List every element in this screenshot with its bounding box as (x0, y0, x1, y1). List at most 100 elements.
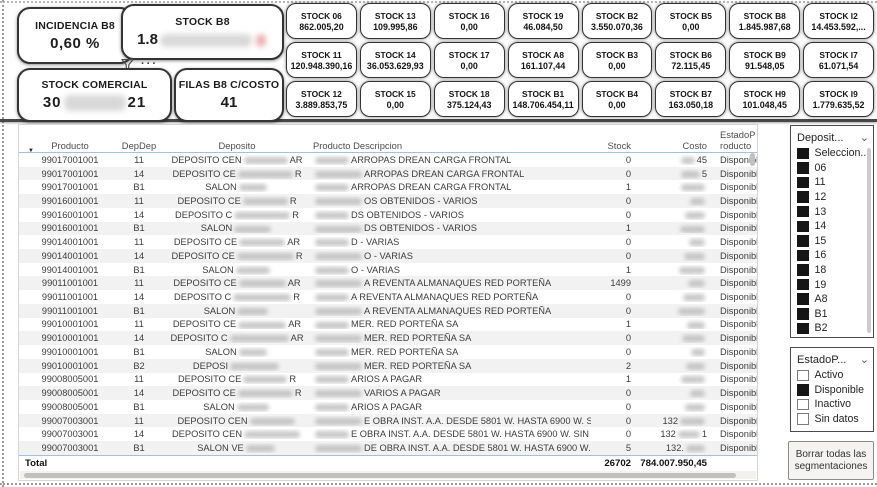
redacted-text (315, 211, 349, 219)
slicer-item-label: B1 (814, 307, 828, 320)
column-header-stock[interactable]: Stock (591, 140, 637, 152)
slicer-item[interactable]: Inactivo (797, 397, 869, 412)
slicer-item[interactable]: 06 (797, 161, 869, 176)
slicer-item[interactable]: 11 (797, 175, 869, 190)
slicer-item[interactable]: 14 (797, 219, 869, 234)
column-header-costo[interactable]: Costo (637, 140, 713, 152)
redacted-text (315, 198, 362, 206)
checkbox-checked[interactable] (797, 278, 809, 291)
slicer-item[interactable]: 13 (797, 204, 869, 219)
table-row[interactable]: 99007003001 11 DEPOSITO CEN E OBRA INST. A.… (19, 413, 757, 428)
cell-stock: 5 (625, 442, 631, 453)
slicer-deposito-scrollbar[interactable] (867, 148, 871, 333)
table-row[interactable]: 99016001001 B1 SALON DS OBTENIDOS - VARIOS 1… (19, 221, 757, 236)
table-row[interactable]: 99010001001 11 DEPOSITO CE AR MER. RED PORTE… (19, 318, 757, 332)
column-header-deposito[interactable]: Deposito (163, 140, 311, 152)
checkbox[interactable] (797, 413, 809, 425)
sort-indicator-icon[interactable]: ▼ (28, 148, 34, 154)
slicer-estado-header[interactable]: EstadoP... ⌄ (797, 351, 869, 368)
table-row[interactable]: 99014001001 B1 SALONO - VARIAS 1 Disponible (19, 263, 757, 277)
checkbox-checked[interactable] (797, 293, 809, 305)
redacted-text (315, 362, 362, 370)
stock-card-label: STOCK 12 (301, 88, 342, 99)
slicer-item[interactable]: A8 (797, 292, 869, 307)
slicer-item[interactable]: 15 (797, 234, 869, 249)
table-row[interactable]: 99011001001 11 DEPOSITO CE AR A REVENTA ALMA… (19, 276, 757, 291)
table-row[interactable]: 99008005001 14 DEPOSITO CE R VARIOS A PAGAR 0… (19, 386, 757, 400)
checkbox-checked[interactable] (797, 322, 809, 334)
checkbox-checked[interactable] (797, 147, 809, 160)
checkbox-checked[interactable] (797, 176, 809, 189)
slicer-item[interactable]: Disponible (797, 383, 869, 398)
slicer-deposito-header[interactable]: Deposit... ⌄ (797, 129, 869, 146)
cell-stock: 0 (625, 415, 631, 426)
cell-descripcion: A REVENTA ALMANAQUES RED PORTEÑA (311, 306, 591, 316)
table-row[interactable]: 99011001001 B1 SALON A REVENTA ALMANAQUES R… (19, 303, 757, 318)
cell-descripcion: ARIOS A PAGAR (311, 402, 591, 412)
slicer-item[interactable]: 18 (797, 263, 869, 278)
table-row[interactable]: 99010001001 B2 DEPOSI MER. RED PORTEÑA SA 2 D… (19, 358, 757, 373)
table-row[interactable]: 99008005001 11 DEPOSITO CE R ARIOS A PAGAR 1 D… (19, 373, 757, 387)
cell-descripcion: D - VARIAS (311, 237, 591, 247)
stock-card-label: STOCK B9 (743, 49, 786, 60)
slicer-item-label: Sin datos (814, 413, 859, 426)
table-horizontal-scrollbar-thumb[interactable] (24, 472, 736, 478)
checkbox-checked[interactable] (797, 162, 809, 174)
cell-producto: 99008005001 (41, 388, 99, 399)
chevron-down-icon[interactable]: ⌄ (860, 354, 869, 365)
redacted-text (681, 184, 705, 192)
page-edge-left (2, 0, 4, 487)
stock-card-value: 120.948.390,16 (290, 60, 353, 71)
slicer-item[interactable]: Sin datos (797, 412, 869, 427)
table-row[interactable]: 99017001001 11 DEPOSITO CEN AR ARROPAS DREAN… (19, 153, 757, 167)
slicer-item[interactable]: B2 (797, 321, 869, 334)
chevron-down-icon[interactable]: ⌄ (860, 132, 869, 143)
slicer-item[interactable]: Activo (797, 368, 869, 383)
column-header-depdep[interactable]: DepDep (115, 140, 163, 152)
slicer-item[interactable]: 16 (797, 248, 869, 263)
stock-card-value: 101.048,45 (742, 99, 787, 110)
stock-card-value: 1.779.635,52 (812, 99, 865, 110)
slicer-item[interactable]: 19 (797, 277, 869, 292)
more-options-icon[interactable]: ··· (141, 59, 158, 70)
checkbox-checked[interactable] (797, 191, 809, 203)
checkbox[interactable] (797, 398, 809, 411)
table-row[interactable]: 99017001001 14 DEPOSITO CE R ARROPAS DREAN C… (19, 166, 757, 181)
checkbox[interactable] (797, 369, 809, 382)
checkbox-checked[interactable] (797, 308, 809, 320)
table-row[interactable]: 99016001001 14 DEPOSITO C R DS OBTENIDOS - V… (19, 208, 757, 222)
table-row[interactable]: 99010001001 B1 SALON MER. RED PORTEÑA SA 0 Di… (19, 345, 757, 359)
cell-producto: 99011001001 (41, 278, 99, 289)
table-vertical-scrollbar[interactable] (750, 153, 755, 166)
table-row[interactable]: 99008005001 B1 SALON ARIOS A PAGAR 0 Disponib… (19, 400, 757, 414)
column-header-productodescripcion[interactable]: Producto Descripcion (311, 140, 591, 152)
column-header-estadoproducto[interactable]: EstadoProducto (713, 129, 757, 151)
table-horizontal-scrollbar-track[interactable] (20, 471, 756, 479)
cell-costo (637, 210, 713, 220)
table-row[interactable]: 99010001001 14 DEPOSITO C AR MER. RED PORTEÑ… (19, 331, 757, 346)
stock-card: STOCK 17 0,00 (433, 42, 505, 78)
cell-stock: 0 (625, 154, 631, 165)
table-row[interactable]: 99007003001 14 DEPOSITO CEN E OBRA INST. A.… (19, 427, 757, 441)
table-row[interactable]: 99014001001 11 DEPOSITO CE AR D - VARIAS 0 Dis… (19, 235, 757, 249)
slicer-item[interactable]: B1 (797, 307, 869, 322)
redacted-text (234, 225, 272, 233)
checkbox-checked[interactable] (797, 205, 809, 218)
table-row[interactable]: 99014001001 14 DEPOSITO CE R O - VARIAS 0 Disp… (19, 249, 757, 263)
stock-card: STOCK B9 91.548,05 (729, 42, 801, 78)
slicer-item[interactable]: Seleccion... (797, 146, 869, 161)
checkbox-checked[interactable] (797, 264, 809, 276)
table-row[interactable]: 99017001001 B1 SALON ARROPAS DREAN CARGA FR… (19, 180, 757, 194)
checkbox-checked[interactable] (797, 220, 809, 233)
checkbox-checked[interactable] (797, 249, 809, 262)
clear-slicers-button[interactable]: Borrar todas las segmentaciones (788, 441, 874, 480)
table-row[interactable]: 99007003001 B1 SALON VE DE OBRA INST. A.A. … (19, 441, 757, 455)
table-row[interactable]: 99016001001 11 DEPOSITO CE R OS OBTENIDOS - … (19, 194, 757, 208)
column-header-producto[interactable]: Producto (25, 140, 115, 152)
table-row[interactable]: 99011001001 14 DEPOSITO CR A REVENTA ALMANA… (19, 290, 757, 304)
slicer-item[interactable]: 12 (797, 190, 869, 205)
checkbox-checked[interactable] (797, 235, 809, 247)
stock-card-value: 61.071,54 (818, 60, 859, 71)
card-filas-b8: FILAS B8 C/COSTO 41 (174, 68, 284, 122)
checkbox-checked[interactable] (797, 384, 809, 396)
